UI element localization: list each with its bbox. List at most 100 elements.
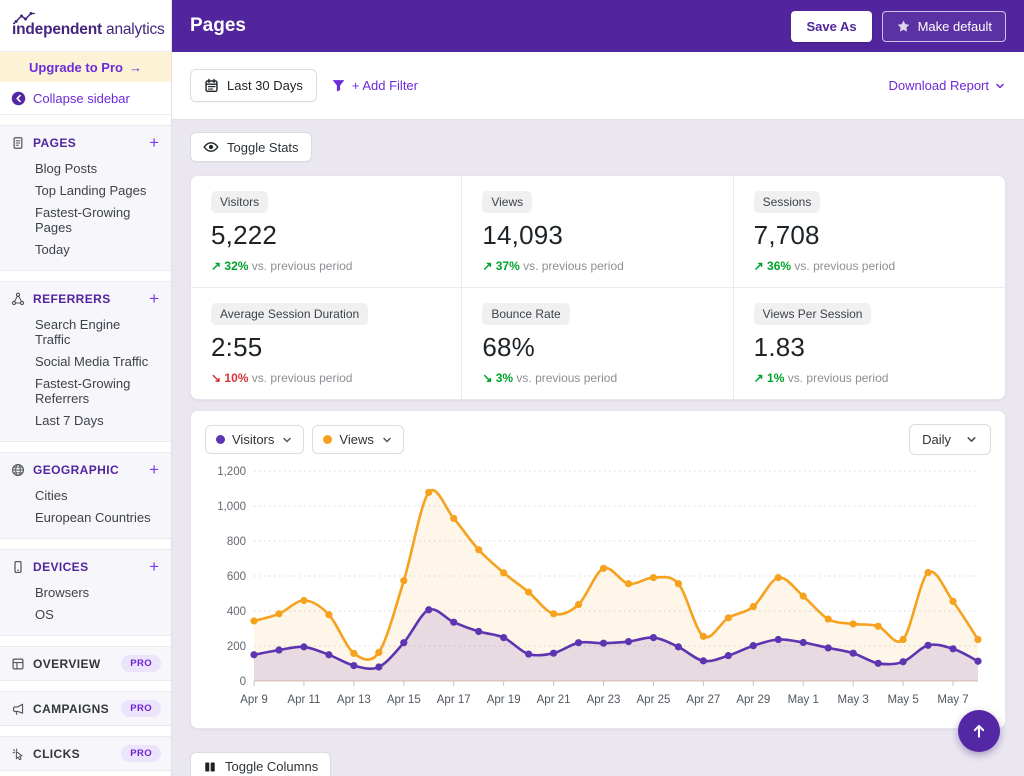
sidebar-item[interactable]: Search Engine Traffic bbox=[35, 313, 159, 350]
data-point-views[interactable] bbox=[325, 611, 332, 618]
devices-icon bbox=[11, 560, 25, 574]
chart-card: VisitorsViews Daily 02004006008001,0001,… bbox=[190, 410, 1006, 729]
sidebar-item[interactable]: Last 7 Days bbox=[35, 409, 159, 431]
data-point-visitors[interactable] bbox=[600, 640, 607, 647]
data-point-views[interactable] bbox=[475, 546, 482, 553]
data-point-visitors[interactable] bbox=[550, 650, 557, 657]
data-point-visitors[interactable] bbox=[775, 636, 782, 643]
data-point-visitors[interactable] bbox=[974, 658, 981, 665]
sidebar-item-overview[interactable]: OVERVIEWPRO bbox=[0, 646, 171, 681]
data-point-views[interactable] bbox=[375, 649, 382, 656]
save-as-button[interactable]: Save As bbox=[791, 11, 871, 42]
data-point-visitors[interactable] bbox=[800, 639, 807, 646]
date-range-button[interactable]: Last 30 Days bbox=[190, 69, 317, 102]
data-point-visitors[interactable] bbox=[924, 642, 931, 649]
data-point-visitors[interactable] bbox=[650, 634, 657, 641]
data-point-visitors[interactable] bbox=[949, 645, 956, 652]
data-point-visitors[interactable] bbox=[250, 651, 257, 658]
toggle-columns-button[interactable]: Toggle Columns bbox=[190, 752, 331, 776]
data-point-views[interactable] bbox=[650, 574, 657, 581]
data-point-visitors[interactable] bbox=[675, 643, 682, 650]
sidebar-group-header-geographic[interactable]: GEOGRAPHIC+ bbox=[11, 463, 159, 477]
data-point-visitors[interactable] bbox=[475, 628, 482, 635]
make-default-button[interactable]: Make default bbox=[882, 11, 1006, 42]
data-point-visitors[interactable] bbox=[725, 652, 732, 659]
data-point-visitors[interactable] bbox=[500, 634, 507, 641]
data-point-visitors[interactable] bbox=[275, 646, 282, 653]
data-point-views[interactable] bbox=[600, 565, 607, 572]
data-point-views[interactable] bbox=[275, 610, 282, 617]
sidebar-group-header-devices[interactable]: DEVICES+ bbox=[11, 560, 159, 574]
data-point-views[interactable] bbox=[700, 633, 707, 640]
sidebar-item[interactable]: Today bbox=[35, 238, 159, 260]
data-point-visitors[interactable] bbox=[525, 650, 532, 657]
campaigns-icon bbox=[11, 702, 25, 716]
data-point-views[interactable] bbox=[800, 593, 807, 600]
data-point-views[interactable] bbox=[250, 617, 257, 624]
add-report-plus-icon[interactable]: + bbox=[149, 561, 159, 573]
sidebar-group-referrers: REFERRERS+ Search Engine TrafficSocial Me… bbox=[0, 281, 171, 442]
add-report-plus-icon[interactable]: + bbox=[149, 137, 159, 149]
download-report-link[interactable]: Download Report bbox=[889, 78, 1006, 93]
data-point-views[interactable] bbox=[450, 515, 457, 522]
data-point-views[interactable] bbox=[825, 615, 832, 622]
sidebar-item[interactable]: Browsers bbox=[35, 581, 159, 603]
data-point-visitors[interactable] bbox=[625, 638, 632, 645]
data-point-views[interactable] bbox=[974, 636, 981, 643]
collapse-sidebar-button[interactable]: Collapse sidebar bbox=[0, 82, 171, 115]
data-point-visitors[interactable] bbox=[900, 658, 907, 665]
data-point-visitors[interactable] bbox=[575, 639, 582, 646]
data-point-visitors[interactable] bbox=[700, 657, 707, 664]
data-point-visitors[interactable] bbox=[450, 619, 457, 626]
sidebar-item[interactable]: Blog Posts bbox=[35, 157, 159, 179]
sidebar-group-header-referrers[interactable]: REFERRERS+ bbox=[11, 292, 159, 306]
data-point-views[interactable] bbox=[400, 577, 407, 584]
data-point-views[interactable] bbox=[300, 597, 307, 604]
sidebar-item[interactable]: Fastest-Growing Referrers bbox=[35, 372, 159, 409]
sidebar-item[interactable]: Cities bbox=[35, 484, 159, 506]
data-point-views[interactable] bbox=[924, 569, 931, 576]
data-point-views[interactable] bbox=[625, 580, 632, 587]
data-point-visitors[interactable] bbox=[350, 662, 357, 669]
data-point-visitors[interactable] bbox=[850, 650, 857, 657]
data-point-views[interactable] bbox=[850, 620, 857, 627]
data-point-views[interactable] bbox=[575, 601, 582, 608]
sidebar-item-clicks[interactable]: CLICKSPRO bbox=[0, 736, 171, 771]
sidebar-item[interactable]: Top Landing Pages bbox=[35, 179, 159, 201]
data-point-visitors[interactable] bbox=[750, 642, 757, 649]
data-point-visitors[interactable] bbox=[300, 643, 307, 650]
toggle-stats-button[interactable]: Toggle Stats bbox=[190, 132, 312, 162]
data-point-views[interactable] bbox=[550, 610, 557, 617]
add-report-plus-icon[interactable]: + bbox=[149, 293, 159, 305]
data-point-visitors[interactable] bbox=[325, 651, 332, 658]
add-report-plus-icon[interactable]: + bbox=[149, 464, 159, 476]
data-point-views[interactable] bbox=[675, 580, 682, 587]
data-point-visitors[interactable] bbox=[825, 644, 832, 651]
data-point-visitors[interactable] bbox=[400, 639, 407, 646]
interval-select[interactable]: Daily bbox=[909, 424, 991, 455]
sidebar-group-header-pages[interactable]: PAGES+ bbox=[11, 136, 159, 150]
upgrade-to-pro-link[interactable]: Upgrade to Pro → bbox=[0, 52, 171, 82]
sidebar-item-campaigns[interactable]: CAMPAIGNSPRO bbox=[0, 691, 171, 726]
data-point-views[interactable] bbox=[875, 623, 882, 630]
data-point-views[interactable] bbox=[500, 569, 507, 576]
legend-select-views[interactable]: Views bbox=[312, 425, 403, 454]
data-point-visitors[interactable] bbox=[875, 660, 882, 667]
sidebar-item[interactable]: European Countries bbox=[35, 506, 159, 528]
sidebar-item[interactable]: OS bbox=[35, 603, 159, 625]
sidebar-item[interactable]: Fastest-Growing Pages bbox=[35, 201, 159, 238]
data-point-views[interactable] bbox=[350, 650, 357, 657]
data-point-views[interactable] bbox=[949, 598, 956, 605]
scroll-to-top-button[interactable] bbox=[958, 710, 1000, 752]
data-point-views[interactable] bbox=[725, 614, 732, 621]
data-point-views[interactable] bbox=[900, 636, 907, 643]
add-filter-button[interactable]: + Add Filter bbox=[331, 78, 418, 93]
data-point-views[interactable] bbox=[775, 574, 782, 581]
sidebar-item[interactable]: Social Media Traffic bbox=[35, 350, 159, 372]
data-point-views[interactable] bbox=[750, 603, 757, 610]
legend-select-visitors[interactable]: Visitors bbox=[205, 425, 304, 454]
data-point-views[interactable] bbox=[525, 589, 532, 596]
data-point-views[interactable] bbox=[425, 489, 432, 496]
data-point-visitors[interactable] bbox=[425, 606, 432, 613]
data-point-visitors[interactable] bbox=[375, 663, 382, 670]
